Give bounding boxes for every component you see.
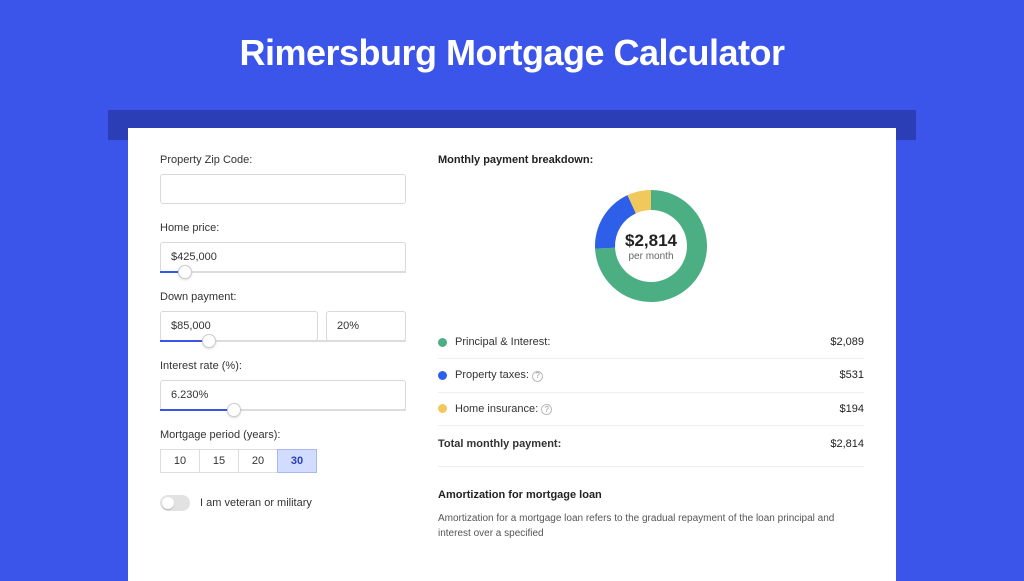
- legend-dot: [438, 404, 447, 413]
- slider-handle[interactable]: [178, 265, 192, 279]
- zip-input[interactable]: [160, 174, 406, 204]
- period-option-30[interactable]: 30: [277, 449, 317, 473]
- veteran-label: I am veteran or military: [200, 497, 312, 509]
- donut-chart: $2,814 per month: [589, 184, 713, 308]
- legend-label: Home insurance: ?: [455, 403, 832, 416]
- donut-chart-wrap: $2,814 per month: [438, 178, 864, 326]
- total-value: $2,814: [830, 438, 864, 450]
- veteran-toggle-row: I am veteran or military: [160, 495, 406, 511]
- period-label: Mortgage period (years):: [160, 429, 406, 441]
- home-price-input[interactable]: [160, 242, 406, 272]
- zip-field: Property Zip Code:: [160, 154, 406, 204]
- down-payment-label: Down payment:: [160, 291, 406, 303]
- veteran-toggle[interactable]: [160, 495, 190, 511]
- breakdown-column: Monthly payment breakdown: $2,814 per mo…: [438, 154, 864, 541]
- zip-label: Property Zip Code:: [160, 154, 406, 166]
- interest-input[interactable]: [160, 380, 406, 410]
- interest-slider[interactable]: [160, 409, 406, 411]
- total-row: Total monthly payment: $2,814: [438, 425, 864, 462]
- down-payment-slider[interactable]: [160, 340, 406, 342]
- down-payment-field: Down payment:: [160, 291, 406, 342]
- donut-amount: $2,814: [625, 231, 677, 251]
- period-option-15[interactable]: 15: [199, 449, 239, 473]
- slider-fill: [160, 409, 234, 411]
- slider-handle[interactable]: [227, 403, 241, 417]
- help-icon[interactable]: ?: [532, 371, 543, 382]
- period-options: 10152030: [160, 449, 406, 473]
- period-option-20[interactable]: 20: [238, 449, 278, 473]
- legend-value: $194: [840, 403, 864, 415]
- slider-handle[interactable]: [202, 334, 216, 348]
- legend-row: Property taxes: ? $531: [438, 358, 864, 392]
- legend: Principal & Interest: $2,089Property tax…: [438, 326, 864, 425]
- legend-value: $531: [840, 369, 864, 381]
- donut-sub: per month: [628, 251, 673, 262]
- amortization-body: Amortization for a mortgage loan refers …: [438, 511, 864, 541]
- donut-center: $2,814 per month: [589, 184, 713, 308]
- calculator-card: Property Zip Code: Home price: Down paym…: [128, 128, 896, 581]
- period-field: Mortgage period (years): 10152030: [160, 429, 406, 473]
- home-price-slider[interactable]: [160, 271, 406, 273]
- down-payment-amount-input[interactable]: [160, 311, 318, 341]
- legend-dot: [438, 371, 447, 380]
- breakdown-title: Monthly payment breakdown:: [438, 154, 864, 166]
- help-icon[interactable]: ?: [541, 404, 552, 415]
- toggle-knob: [162, 497, 174, 509]
- legend-label: Property taxes: ?: [455, 369, 832, 382]
- interest-field: Interest rate (%):: [160, 360, 406, 411]
- legend-label: Principal & Interest:: [455, 336, 822, 348]
- legend-row: Home insurance: ? $194: [438, 392, 864, 426]
- legend-value: $2,089: [830, 336, 864, 348]
- interest-label: Interest rate (%):: [160, 360, 406, 372]
- page-title: Rimersburg Mortgage Calculator: [0, 0, 1024, 96]
- home-price-label: Home price:: [160, 222, 406, 234]
- period-option-10[interactable]: 10: [160, 449, 200, 473]
- home-price-field: Home price:: [160, 222, 406, 273]
- amortization-title: Amortization for mortgage loan: [438, 466, 864, 501]
- total-label: Total monthly payment:: [438, 438, 830, 450]
- down-payment-pct-input[interactable]: [326, 311, 406, 341]
- legend-dot: [438, 338, 447, 347]
- legend-row: Principal & Interest: $2,089: [438, 326, 864, 358]
- form-column: Property Zip Code: Home price: Down paym…: [160, 154, 406, 541]
